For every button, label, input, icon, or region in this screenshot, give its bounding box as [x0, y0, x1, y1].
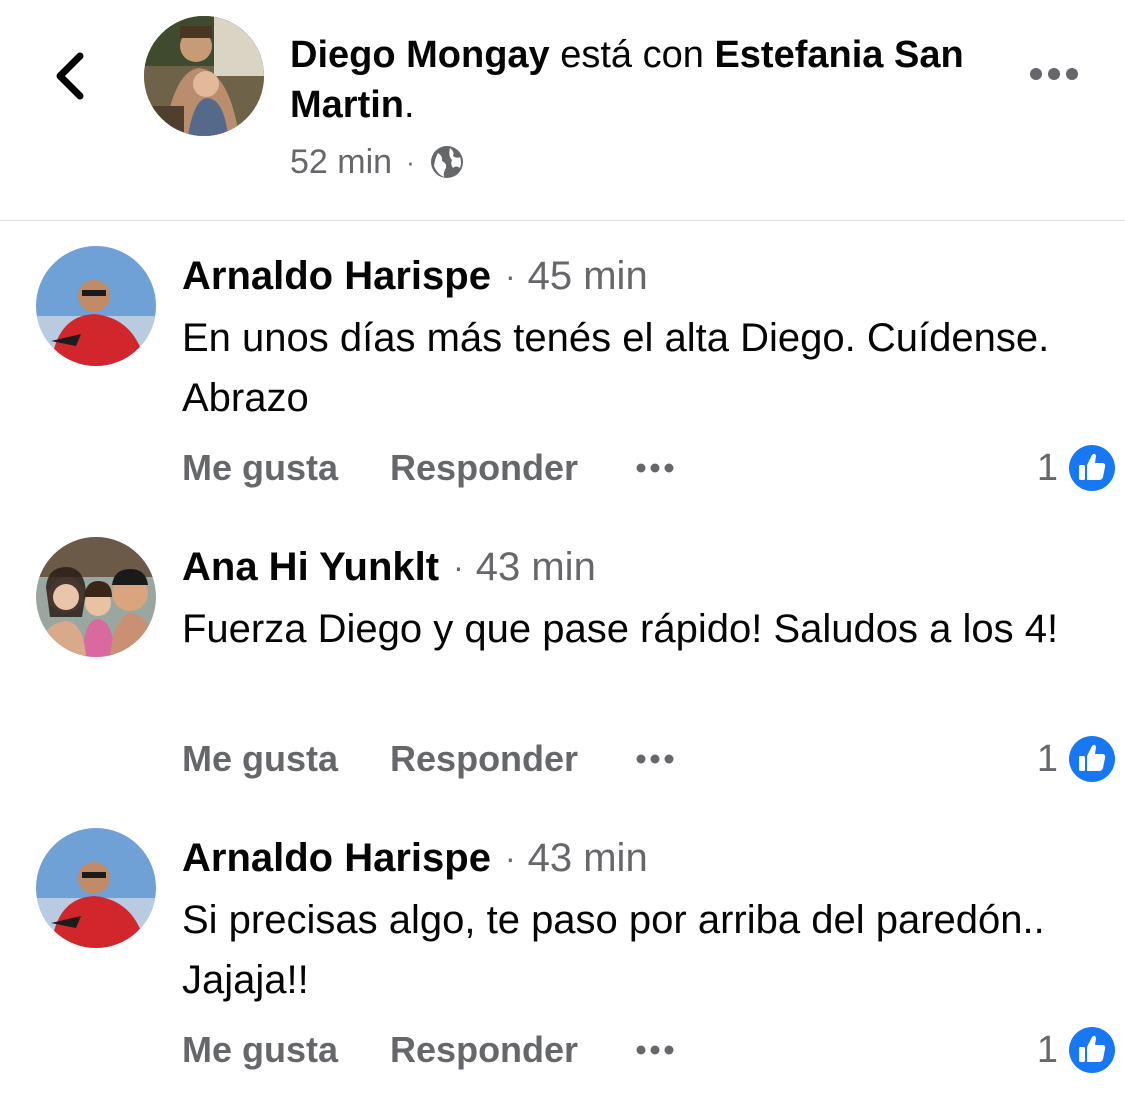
commenter-avatar[interactable] [36, 246, 156, 366]
more-horizontal-icon [636, 463, 674, 473]
meta-separator: · [406, 146, 415, 177]
reaction-count: 1 [1036, 1028, 1058, 1071]
like-reaction-icon [1069, 1027, 1115, 1073]
post-author-name[interactable]: Diego Mongay [290, 34, 550, 76]
post-with-text: está con [549, 34, 715, 76]
comment-actions: Me gusta Responder 1 [182, 443, 1115, 493]
comment-actions: Me gusta Responder 1 [182, 734, 1115, 784]
commenter-avatar-photo [36, 537, 156, 657]
post-meta: 52 min · [290, 140, 465, 184]
author-avatar-photo [144, 16, 264, 136]
reply-button[interactable]: Responder [390, 447, 578, 489]
like-reaction-icon [1069, 445, 1115, 491]
comment-separator: · [504, 839, 516, 876]
comment-text: En unos días más tenés el alta Diego. Cu… [182, 316, 1050, 420]
comment-more-button[interactable] [634, 1043, 676, 1057]
comment-actions: Me gusta Responder 1 [182, 1025, 1115, 1075]
like-button[interactable]: Me gusta [182, 1029, 338, 1071]
commenter-name[interactable]: Ana Hi Yunklt [182, 545, 439, 590]
comment-time[interactable]: 43 min [476, 545, 596, 590]
comment-time[interactable]: 45 min [528, 254, 648, 299]
commenter-avatar-photo [36, 246, 156, 366]
more-horizontal-icon [636, 1045, 674, 1055]
globe-icon [430, 146, 463, 178]
comment-text: Si precisas algo, te paso por arriba del… [182, 898, 1045, 1002]
comment-more-button[interactable] [634, 461, 676, 475]
post-title-suffix: . [404, 84, 415, 126]
comment-header: Arnaldo Harispe · 43 min [182, 832, 648, 884]
comment-separator: · [504, 257, 516, 294]
reply-button[interactable]: Responder [390, 1029, 578, 1071]
commenter-name[interactable]: Arnaldo Harispe [182, 254, 491, 299]
post-header: Diego Mongay está con Estefania San Mart… [0, 0, 1125, 221]
comment-text: Fuerza Diego y que pase rápido! Saludos … [182, 607, 1059, 651]
like-button[interactable]: Me gusta [182, 447, 338, 489]
reaction-summary[interactable]: 1 [1037, 1025, 1116, 1075]
reaction-count: 1 [1036, 446, 1058, 489]
commenter-avatar[interactable] [36, 828, 156, 948]
comment-more-button[interactable] [634, 752, 676, 766]
more-horizontal-icon [1030, 68, 1078, 80]
reaction-summary[interactable]: 1 [1037, 734, 1116, 784]
author-avatar[interactable] [144, 16, 264, 136]
back-button[interactable] [48, 48, 96, 104]
comment-header: Arnaldo Harispe · 45 min [182, 250, 648, 302]
commenter-name[interactable]: Arnaldo Harispe [182, 836, 491, 881]
reaction-summary[interactable]: 1 [1037, 443, 1116, 493]
post-time[interactable]: 52 min [290, 143, 392, 182]
like-reaction-icon [1069, 736, 1115, 782]
chevron-left-icon [56, 52, 84, 100]
comment-separator: · [453, 548, 464, 585]
post-title: Diego Mongay está con Estefania San Mart… [290, 30, 990, 130]
commenter-avatar-photo [36, 828, 156, 948]
post-more-button[interactable] [1022, 56, 1086, 92]
comment-header: Ana Hi Yunklt · 43 min [182, 541, 596, 593]
comment-time[interactable]: 43 min [528, 836, 648, 881]
reply-button[interactable]: Responder [390, 738, 578, 780]
commenter-avatar[interactable] [36, 537, 156, 657]
reaction-count: 1 [1036, 737, 1058, 780]
more-horizontal-icon [636, 754, 674, 764]
like-button[interactable]: Me gusta [182, 738, 338, 780]
